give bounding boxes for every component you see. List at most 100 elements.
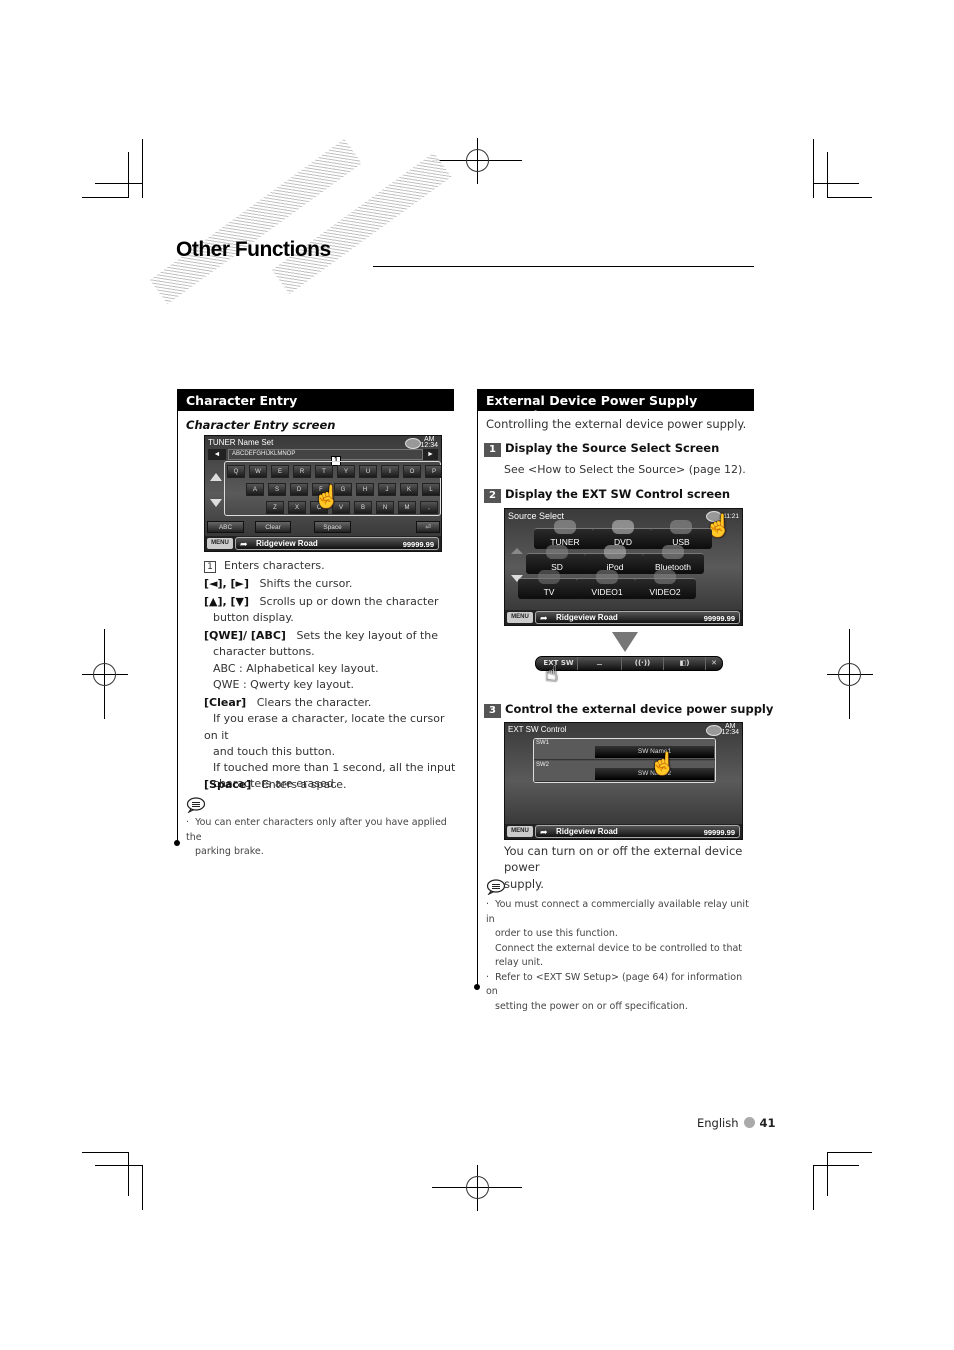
key-button[interactable]: B [354,501,372,514]
text-input[interactable]: ABCDEFGHIJKLMNOP [228,449,423,460]
gray-dot-icon [743,1117,755,1128]
source-label: VIDEO2 [649,587,681,597]
status-bar: MENU ➦ Ridgeview Road 99999.99 [505,610,742,625]
key-button[interactable]: X [288,501,306,514]
wrench-icon[interactable]: ⚊ [578,657,622,670]
navigation-bar[interactable]: ➦ Ridgeview Road 99999.99 [535,611,740,624]
item-callout-1: 1 Enters characters. [204,558,454,574]
road-name: Ridgeview Road [256,539,318,548]
item-qwe-abc: [QWE]/ [ABC] Sets the key layout of the … [204,629,438,691]
source-select-screenshot: Source Select 11:21 ☝ TUNER DVD USB SD iPod B… [504,508,743,626]
bluetooth-icon [662,545,684,559]
character-entry-screenshot: TUNER Name Set AM 12:34 ◄ ABCDEFGHIJKLMNO… [204,435,442,552]
step-3-desc: You can turn on or off the external devi… [504,844,743,891]
item-scroll: [▲], [▼] Scrolls up or down the characte… [204,595,439,625]
registration-mark-right [827,629,873,719]
source-label: TV [543,587,555,597]
key-button[interactable]: S [268,483,286,496]
sw2-label: SW2 [536,762,550,768]
speech-bubble-icon[interactable] [706,725,722,736]
ext-sw-control-screenshot: EXT SW Control AM 12:34 SW1 SW Name1 SW2 … [504,722,743,840]
menu-button[interactable]: MENU [507,826,533,837]
space-button[interactable]: Space [314,521,351,533]
turn-arrow-icon: ➦ [540,613,548,623]
distance: 99999.99 [703,828,735,837]
distance: 99999.99 [402,540,434,549]
cursor-left-button[interactable]: ◄ [208,449,226,460]
source-button-tv[interactable]: TV [518,570,580,599]
key-button[interactable]: E [271,465,289,478]
source-button-video1[interactable]: VIDEO1 [576,570,638,599]
column-end-dot [174,840,180,846]
key-button[interactable]: Y [337,465,355,478]
column-end-dot [474,984,480,990]
key-button[interactable]: A [246,483,264,496]
key-button[interactable]: D [290,483,308,496]
step-1-desc: See <How to Select the Source> (page 12)… [504,463,746,476]
abc-button[interactable]: ABC [207,521,244,533]
column-rule-left [177,411,178,843]
key-button[interactable]: Z [266,501,284,514]
key-button[interactable]: N [376,501,394,514]
key-button[interactable]: M [398,501,416,514]
return-button[interactable]: ⏎ [416,521,440,533]
tv-icon [538,570,560,584]
column-rule-right [477,411,478,987]
key-button[interactable]: I [381,465,399,478]
key-button[interactable]: P [425,465,441,478]
key-button[interactable]: W [249,465,267,478]
key-button[interactable]: J [378,483,396,496]
key-button[interactable]: , [420,501,438,514]
status-bar: MENU ➦ Ridgeview Road 99999.99 [505,824,742,839]
control-bar: EXT SW ⚊ ((·)) ◧) ✕ [535,656,723,671]
item-space: [Space] Enters a space. [204,778,347,791]
menu-button[interactable]: MENU [507,612,533,623]
screen-title: Source Select [508,511,565,521]
registration-mark-left [82,629,128,719]
subheader-character-entry-screen: Character Entry screen [186,418,336,432]
key-button[interactable]: O [403,465,421,478]
sw-list: SW1 SW Name1 SW2 SW Name2 [533,738,716,783]
key-button[interactable]: T [315,465,333,478]
touch-hand-icon: ☝ [313,484,341,509]
sw1-label: SW1 [536,740,550,746]
memo-icon [186,797,206,813]
navigation-bar[interactable]: ➦ Ridgeview Road 99999.99 [235,537,439,550]
touch-hand-icon: ☝ [545,662,559,687]
title-divider [373,266,754,267]
clear-button[interactable]: Clear [255,521,291,533]
step-1: 1 Display the Source Select Screen [484,441,719,457]
key-button[interactable]: Q [227,465,245,478]
turn-arrow-icon: ➦ [240,539,248,549]
item-cursor-shift: [◄], [►] Shifts the cursor. [204,577,353,590]
source-label: VIDEO1 [591,587,623,597]
down-arrow-indicator [612,632,638,652]
scroll-up-button[interactable] [511,548,523,554]
decorative-stripe [150,138,362,305]
menu-button[interactable]: MENU [207,538,233,549]
clock: AM 12:34 [420,436,438,449]
cursor-right-button[interactable]: ► [423,449,438,460]
language-label: English [697,1116,739,1130]
touch-hand-icon: ☝ [649,751,677,776]
road-name: Ridgeview Road [556,827,618,836]
key-button[interactable]: K [400,483,418,496]
speaker-icon[interactable]: ◧) [664,657,706,670]
key-button[interactable]: L [422,483,440,496]
sw1-row: SW1 SW Name1 [534,739,715,760]
close-icon[interactable]: ✕ [706,657,722,670]
key-button[interactable]: H [356,483,374,496]
antenna-icon[interactable]: ((·)) [622,657,664,670]
navigation-bar[interactable]: ➦ Ridgeview Road 99999.99 [535,825,740,838]
key-button[interactable]: R [293,465,311,478]
scroll-down-button[interactable] [210,499,222,507]
screen-title: TUNER Name Set [208,438,274,447]
scroll-up-button[interactable] [210,473,222,481]
road-name: Ridgeview Road [556,613,618,622]
screen-title: EXT SW Control [508,725,567,734]
key-button[interactable]: U [359,465,377,478]
sd-icon [546,545,568,559]
notes-ext-sw: · You must connect a commercially availa… [486,899,749,1012]
source-button-video2[interactable]: VIDEO2 [634,570,696,599]
speech-bubble-icon[interactable] [405,438,421,449]
